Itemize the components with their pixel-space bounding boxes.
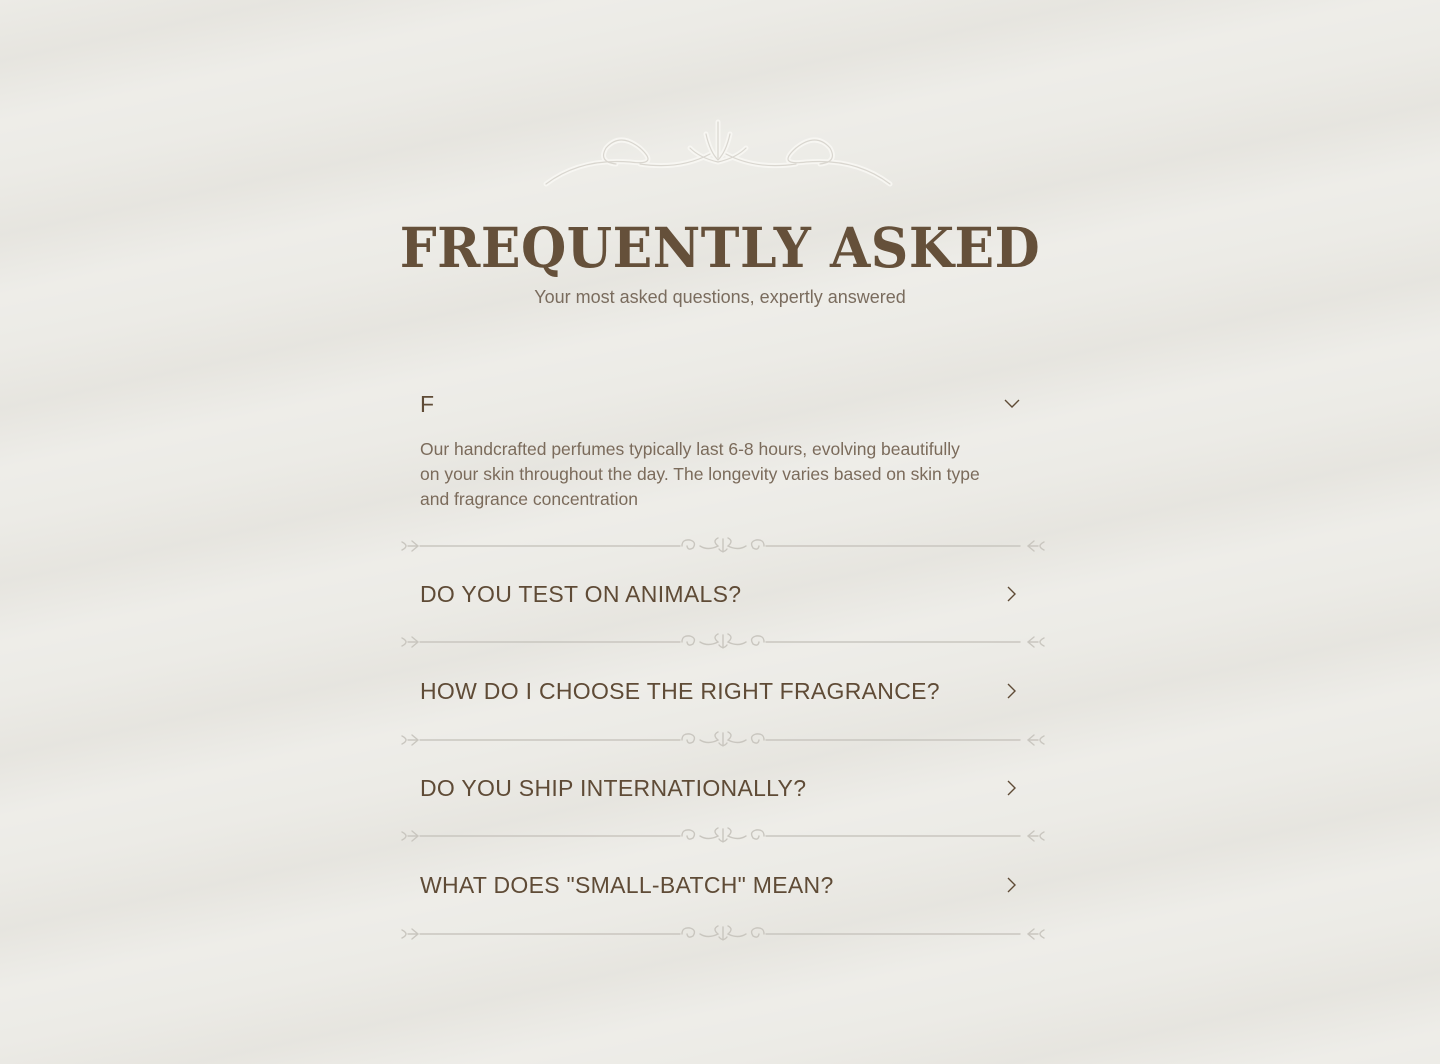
flourish-divider-icon (401, 731, 1045, 747)
chevron-right-icon (1004, 683, 1020, 699)
faq-item-1-question[interactable]: F (420, 384, 1020, 424)
flourish-divider-icon (401, 633, 1045, 649)
faq-item-5-question[interactable]: WHAT DOES "SMALL-BATCH" MEAN? (420, 865, 1020, 905)
chevron-right-icon (1004, 586, 1020, 602)
faq-section: FREQUENTLY ASKED Your most asked questio… (0, 0, 1440, 1064)
flourish-divider-icon (401, 537, 1045, 553)
chevron-down-icon (1004, 396, 1020, 412)
faq-item-3-question[interactable]: HOW DO I CHOOSE THE RIGHT FRAGRANCE? (420, 671, 1020, 711)
faq-item-2-question[interactable]: DO YOU TEST ON ANIMALS? (420, 574, 1020, 614)
faq-question-text: DO YOU SHIP INTERNATIONALLY? (420, 774, 807, 801)
flourish-divider-icon (401, 925, 1045, 941)
faq-question-text: HOW DO I CHOOSE THE RIGHT FRAGRANCE? (420, 677, 940, 704)
faq-item-4-question[interactable]: DO YOU SHIP INTERNATIONALLY? (420, 768, 1020, 808)
chevron-right-icon (1004, 780, 1020, 796)
chevron-right-icon (1004, 877, 1020, 893)
flourish-divider-icon (401, 827, 1045, 843)
faq-question-text: WHAT DOES "SMALL-BATCH" MEAN? (420, 871, 834, 898)
faq-question-text: DO YOU TEST ON ANIMALS? (420, 580, 742, 607)
faq-question-text: F (420, 390, 435, 417)
faq-item-1-answer: Our handcrafted perfumes typically last … (420, 439, 980, 509)
faq-list: F Our handcrafted perfumes typically las… (400, 0, 1046, 1064)
